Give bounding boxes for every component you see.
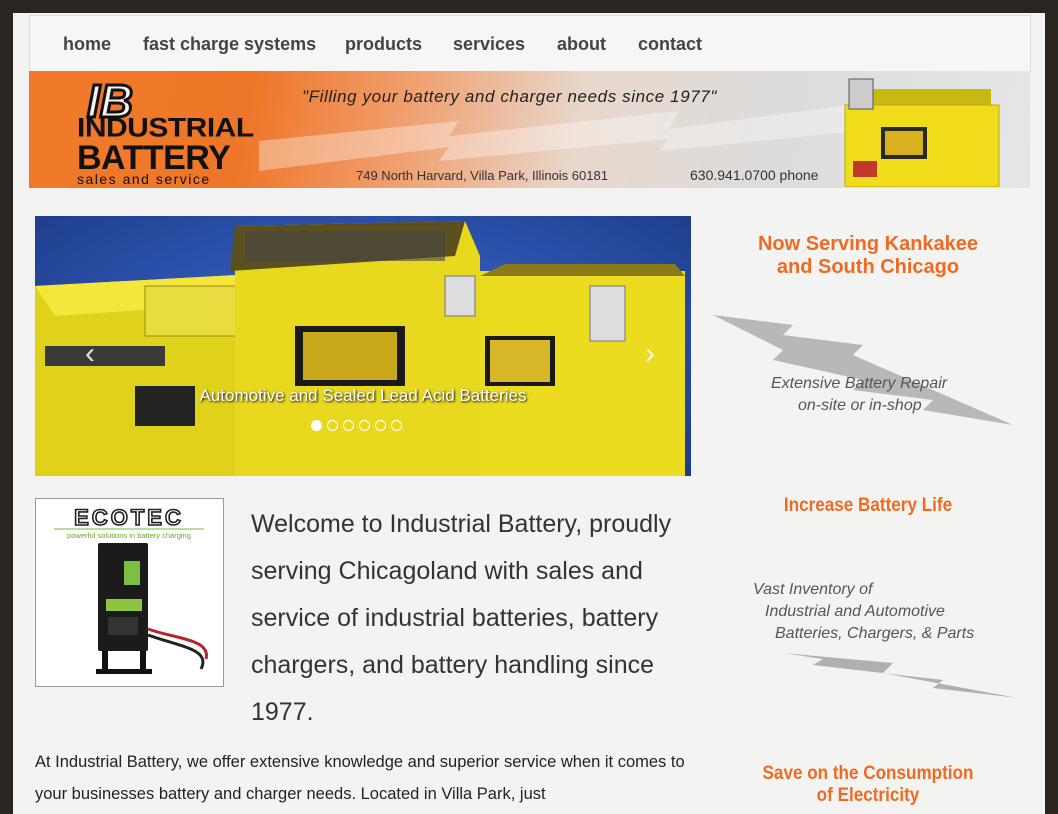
- svg-text:ECOTEC: ECOTEC: [74, 505, 184, 530]
- svg-text:powerful solutions in battery: powerful solutions in battery charging: [67, 531, 191, 540]
- header-banner[interactable]: IB INDUSTRIAL BATTERY sales and service …: [29, 71, 1030, 188]
- inventory-line-3: Batteries, Chargers, & Parts: [775, 625, 975, 642]
- inventory-line-2: Industrial and Automotive: [765, 603, 945, 620]
- repair-line-2: on-site or in-shop: [798, 397, 922, 414]
- intro-paragraph: At Industrial Battery, we offer extensiv…: [35, 753, 685, 803]
- logo-text-sales-service: sales and service: [77, 171, 211, 187]
- logo-text-battery: BATTERY: [77, 139, 231, 177]
- ecotec-promo-image[interactable]: ECOTEC powerful solutions in battery cha…: [35, 498, 224, 687]
- slider-dot-5[interactable]: [375, 420, 386, 431]
- electricity-heading-2: of Electricity: [816, 785, 920, 806]
- banner-address: 749 North Harvard, Villa Park, Illinois …: [356, 168, 608, 183]
- slider-dot-2[interactable]: [327, 420, 338, 431]
- image-slider[interactable]: ‹ › Automotive and Sealed Lead Acid Batt…: [35, 216, 691, 476]
- logo-text-industrial: INDUSTRIAL: [77, 113, 254, 143]
- kankakee-heading: Now Serving Kankakee and South Chicago: [757, 233, 979, 278]
- welcome-heading: Welcome to Industrial Battery, proudly s…: [251, 510, 672, 726]
- nav-products[interactable]: products: [345, 34, 422, 55]
- slider-prev-arrow[interactable]: ‹: [85, 339, 95, 369]
- banner-tagline: "Filling your battery and charger needs …: [302, 87, 718, 106]
- batteries-slide-image: [35, 221, 685, 476]
- slider-dot-3[interactable]: [343, 420, 354, 431]
- slider-dot-4[interactable]: [359, 420, 370, 431]
- ecotec-logo: ECOTEC powerful solutions in battery cha…: [54, 504, 208, 674]
- main-nav: home fast charge systems products servic…: [29, 15, 1031, 72]
- battery-image: [844, 78, 1000, 187]
- lightning-bolt-inventory-icon: [783, 653, 1018, 698]
- sidebar-graphics: Now Serving Kankakee and South Chicago E…: [703, 213, 1033, 814]
- slider-dot-1[interactable]: [311, 420, 322, 431]
- nav-fast-charge-systems[interactable]: fast charge systems: [143, 34, 316, 55]
- nav-about[interactable]: about: [557, 34, 606, 55]
- inventory-line-1: Vast Inventory of: [753, 581, 873, 598]
- slider-pagination: [311, 420, 402, 431]
- nav-services[interactable]: services: [453, 34, 525, 55]
- slider-dot-6[interactable]: [391, 420, 402, 431]
- slide-caption: Automotive and Sealed Lead Acid Batterie…: [199, 386, 527, 405]
- electricity-heading-1: Save on the Consumption: [762, 763, 974, 784]
- battery-life-heading: Increase Battery Life: [783, 495, 953, 516]
- slider-next-arrow[interactable]: ›: [645, 339, 655, 369]
- banner-phone: 630.941.0700 phone: [690, 167, 819, 183]
- repair-line-1: Extensive Battery Repair: [771, 375, 948, 392]
- page: home fast charge systems products servic…: [13, 13, 1045, 814]
- nav-home[interactable]: home: [63, 34, 111, 55]
- nav-contact[interactable]: contact: [638, 34, 702, 55]
